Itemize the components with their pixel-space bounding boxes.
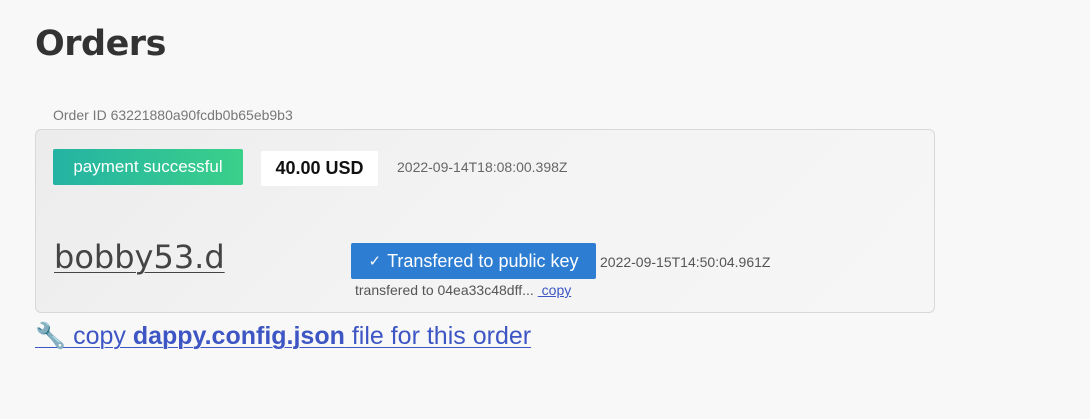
order-amount: 40.00 USD — [261, 151, 378, 186]
config-filename: dappy.config.json — [132, 322, 345, 350]
wrench-icon: 🔧 — [35, 322, 67, 350]
transfer-info: transfered to 04ea33c48dff... copy — [355, 282, 571, 298]
transfer-info-text: transfered to 04ea33c48dff... — [355, 282, 534, 298]
order-created-at: 2022-09-14T18:08:00.398Z — [397, 159, 568, 175]
page-title: Orders — [35, 24, 166, 64]
copy-public-key-link[interactable]: copy — [538, 282, 572, 298]
config-link-suffix: file for this order — [344, 322, 532, 350]
order-id-label: Order ID 63221880a90fcdb0b65eb9b3 — [53, 107, 293, 123]
copy-config-link[interactable]: 🔧 copy dappy.config.json file for this o… — [35, 322, 531, 351]
name-link[interactable]: bobby53.d — [54, 238, 225, 276]
transferred-at: 2022-09-15T14:50:04.961Z — [600, 254, 771, 270]
check-icon: ✓ — [368, 253, 382, 270]
order-card: payment successful 40.00 USD 2022-09-14T… — [35, 129, 935, 313]
config-link-prefix: copy — [66, 322, 133, 350]
transfer-button-label: Transfered to public key — [387, 250, 579, 271]
transfer-button[interactable]: ✓ Transfered to public key — [351, 243, 596, 279]
status-badge: payment successful — [53, 149, 243, 185]
